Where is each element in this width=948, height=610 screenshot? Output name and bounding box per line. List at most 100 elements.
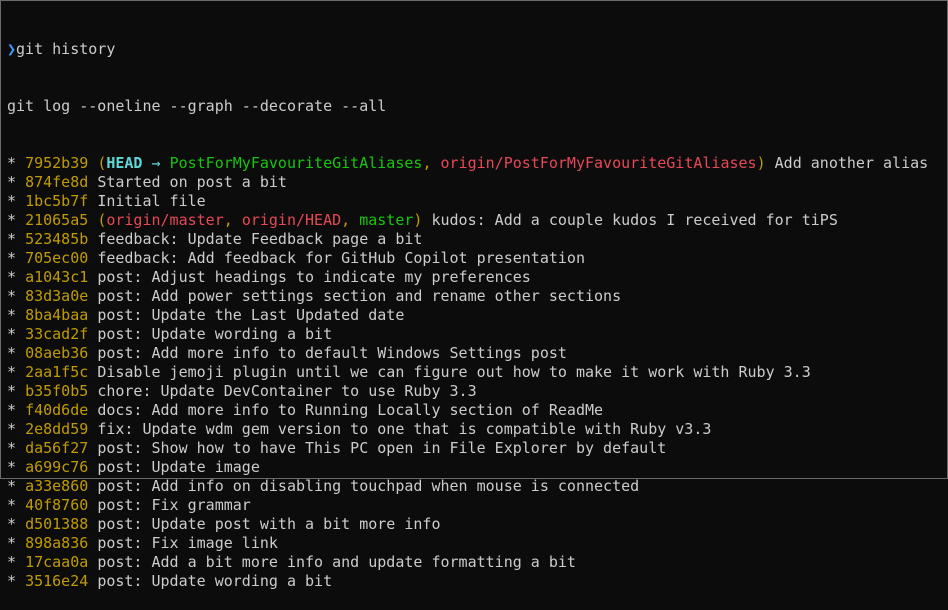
commit-line: * b35f0b5 chore: Update DevContainer to … bbox=[7, 382, 947, 401]
graph-marker: * bbox=[7, 420, 26, 438]
graph-marker: * bbox=[7, 154, 26, 172]
commit-message: post: Update image bbox=[97, 458, 260, 476]
commit-message: post: Show how to have This PC open in F… bbox=[97, 439, 667, 457]
commit-message: post: Fix grammar bbox=[97, 496, 251, 514]
commit-message: post: Add more info to default Windows S… bbox=[97, 344, 567, 362]
terminal-window[interactable]: ❯git history git log --oneline --graph -… bbox=[1, 1, 947, 610]
graph-marker: * bbox=[7, 534, 26, 552]
graph-marker: * bbox=[7, 458, 26, 476]
prompt-line: ❯git history bbox=[7, 40, 947, 59]
commit-message: Initial file bbox=[97, 192, 206, 210]
graph-marker: * bbox=[7, 553, 26, 571]
ref-open-paren: ( bbox=[97, 211, 107, 229]
graph-marker: * bbox=[7, 401, 26, 419]
commit-hash: 08aeb36 bbox=[25, 344, 89, 362]
graph-marker: * bbox=[7, 477, 26, 495]
commit-line: * f40d6de docs: Add more info to Running… bbox=[7, 401, 947, 420]
commit-hash: b35f0b5 bbox=[25, 382, 89, 400]
commit-line: * 8ba4baa post: Update the Last Updated … bbox=[7, 306, 947, 325]
graph-marker: * bbox=[7, 344, 26, 362]
commit-line: * 40f8760 post: Fix grammar bbox=[7, 496, 947, 515]
commit-line: * a1043c1 post: Adjust headings to indic… bbox=[7, 268, 947, 287]
commit-hash: 523485b bbox=[25, 230, 89, 248]
commit-line: * 7952b39 (HEAD → PostForMyFavouriteGitA… bbox=[7, 154, 947, 173]
commit-hash: d501388 bbox=[25, 515, 89, 533]
commit-message: Add another alias bbox=[774, 154, 929, 172]
commit-line: * a699c76 post: Update image bbox=[7, 458, 947, 477]
commit-hash: 3516e24 bbox=[25, 572, 89, 590]
commit-message: post: Add power settings section and ren… bbox=[97, 287, 622, 305]
graph-marker: * bbox=[7, 173, 26, 191]
head-ref: HEAD bbox=[106, 154, 143, 172]
commit-line: * d501388 post: Update post with a bit m… bbox=[7, 515, 947, 534]
commit-message: post: Add a bit more info and update for… bbox=[97, 553, 576, 571]
graph-marker: * bbox=[7, 572, 26, 590]
graph-marker: * bbox=[7, 382, 26, 400]
commit-hash: 40f8760 bbox=[25, 496, 89, 514]
commit-hash: a699c76 bbox=[25, 458, 89, 476]
commit-hash: 21065a5 bbox=[25, 211, 89, 229]
commit-line: * 17caa0a post: Add a bit more info and … bbox=[7, 553, 947, 572]
commit-hash: 8ba4baa bbox=[25, 306, 89, 324]
expanded-command-line: git log --oneline --graph --decorate --a… bbox=[7, 97, 387, 115]
ref-separator: , bbox=[341, 211, 360, 229]
graph-marker: * bbox=[7, 363, 26, 381]
graph-marker: * bbox=[7, 287, 26, 305]
commit-line: * 33cad2f post: Update wording a bit bbox=[7, 325, 947, 344]
ref-close-paren: ) bbox=[413, 211, 423, 229]
ref-open-paren: ( bbox=[97, 154, 107, 172]
commit-hash: f40d6de bbox=[25, 401, 89, 419]
commit-line: * 21065a5 (origin/master, origin/HEAD, m… bbox=[7, 211, 947, 230]
commit-hash: 874fe8d bbox=[25, 173, 89, 191]
commit-message: feedback: Update Feedback page a bit bbox=[97, 230, 423, 248]
commit-hash: 898a836 bbox=[25, 534, 89, 552]
ref-separator: , bbox=[223, 211, 242, 229]
commit-message: post: Update wording a bit bbox=[97, 325, 333, 343]
commit-line: * 898a836 post: Fix image link bbox=[7, 534, 947, 553]
commit-message: docs: Add more info to Running Locally s… bbox=[97, 401, 604, 419]
graph-marker: * bbox=[7, 230, 26, 248]
graph-marker: * bbox=[7, 249, 26, 267]
commit-hash: a1043c1 bbox=[25, 268, 89, 286]
commit-hash: a33e860 bbox=[25, 477, 89, 495]
commit-message: post: Fix image link bbox=[97, 534, 278, 552]
graph-marker: * bbox=[7, 268, 26, 286]
commit-message: post: Update wording a bit bbox=[97, 572, 333, 590]
ref-separator: , bbox=[422, 154, 441, 172]
local-branch-ref: master bbox=[359, 211, 414, 229]
commit-message: Started on post a bit bbox=[97, 173, 287, 191]
ref-close-paren: ) bbox=[756, 154, 766, 172]
commit-line: * a33e860 post: Add info on disabling to… bbox=[7, 477, 947, 496]
commit-message: chore: Update DevContainer to use Ruby 3… bbox=[97, 382, 477, 400]
graph-marker: * bbox=[7, 439, 26, 457]
graph-marker: * bbox=[7, 192, 26, 210]
commit-hash: 2aa1f5c bbox=[25, 363, 89, 381]
commit-message: Disable jemoji plugin until we can figur… bbox=[97, 363, 811, 381]
graph-marker: * bbox=[7, 515, 26, 533]
commit-line: * 1bc5b7f Initial file bbox=[7, 192, 947, 211]
prompt-caret-icon: ❯ bbox=[7, 40, 17, 58]
commit-hash: 33cad2f bbox=[25, 325, 89, 343]
head-arrow-icon: → bbox=[142, 154, 170, 172]
graph-marker: * bbox=[7, 496, 26, 514]
remote-branch-ref: origin/HEAD bbox=[241, 211, 342, 229]
commit-line: * 3516e24 post: Update wording a bit bbox=[7, 572, 947, 591]
remote-branch-ref: origin/master bbox=[106, 211, 224, 229]
commit-hash: 7952b39 bbox=[25, 154, 89, 172]
commit-line: * 2e8dd59 fix: Update wdm gem version to… bbox=[7, 420, 947, 439]
commit-hash: 17caa0a bbox=[25, 553, 89, 571]
commit-message: post: Update post with a bit more info bbox=[97, 515, 441, 533]
graph-marker: * bbox=[7, 325, 26, 343]
commit-message: post: Add info on disabling touchpad whe… bbox=[97, 477, 640, 495]
git-log-output: * 7952b39 (HEAD → PostForMyFavouriteGitA… bbox=[7, 154, 947, 591]
graph-marker: * bbox=[7, 306, 26, 324]
commit-message: post: Adjust headings to indicate my pre… bbox=[97, 268, 531, 286]
commit-hash: 1bc5b7f bbox=[25, 192, 89, 210]
commit-line: * 2aa1f5c Disable jemoji plugin until we… bbox=[7, 363, 947, 382]
commit-message: kudos: Add a couple kudos I received for… bbox=[431, 211, 838, 229]
commit-hash: da56f27 bbox=[25, 439, 89, 457]
commit-line: * 08aeb36 post: Add more info to default… bbox=[7, 344, 947, 363]
commit-hash: 705ec00 bbox=[25, 249, 89, 267]
commit-message: fix: Update wdm gem version to one that … bbox=[97, 420, 712, 438]
commit-line: * 83d3a0e post: Add power settings secti… bbox=[7, 287, 947, 306]
